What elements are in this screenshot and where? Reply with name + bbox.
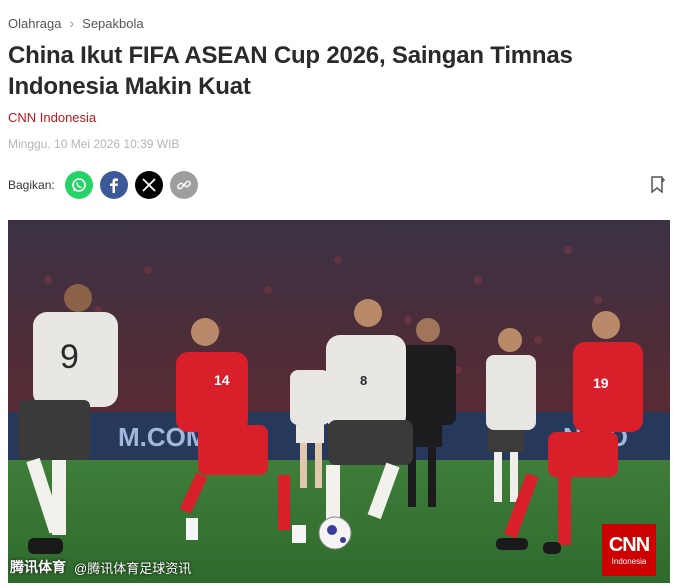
- link-icon: [176, 180, 191, 190]
- share-bar: Bagikan:: [8, 170, 205, 200]
- breadcrumb: Olahraga › Sepakbola: [8, 15, 144, 31]
- bookmark-icon: [651, 176, 665, 194]
- jersey-number-8: 8: [360, 373, 367, 388]
- jersey-number-14: 14: [214, 372, 230, 388]
- chevron-right-icon: ›: [69, 15, 75, 31]
- article-source[interactable]: CNN Indonesia: [8, 110, 96, 125]
- whatsapp-share-button[interactable]: [64, 171, 93, 199]
- share-label: Bagikan:: [8, 178, 55, 192]
- article-date: Minggu, 10 Mei 2026 10:39 WIB: [8, 137, 180, 151]
- watermark: 腾讯体育 @腾讯体育足球资讯: [10, 557, 191, 577]
- jersey-number-9: 9: [60, 338, 79, 376]
- jersey-number-19: 19: [593, 375, 609, 391]
- article-photo[interactable]: M.COM N.CO 9: [8, 220, 670, 583]
- x-icon: [142, 178, 156, 192]
- watermark-handle: @腾讯体育足球资讯: [74, 560, 192, 576]
- football-match-image: M.COM N.CO 9: [8, 220, 670, 583]
- facebook-icon: [109, 178, 118, 193]
- article-title: China Ikut FIFA ASEAN Cup 2026, Saingan …: [8, 42, 573, 100]
- copy-link-button[interactable]: [169, 171, 198, 199]
- breadcrumb-item-sepakbola[interactable]: Sepakbola: [82, 16, 143, 31]
- whatsapp-icon: [71, 178, 86, 192]
- cnn-indonesia-logo: CNN Indonesia: [602, 524, 656, 576]
- breadcrumb-item-olahraga[interactable]: Olahraga: [8, 16, 61, 31]
- x-share-button[interactable]: [134, 171, 163, 199]
- watermark-brand: 腾讯体育: [10, 559, 66, 575]
- cnn-logo-sub: Indonesia: [611, 556, 647, 566]
- cnn-logo-text: CNN: [608, 533, 650, 556]
- bookmark-button[interactable]: [650, 176, 666, 194]
- facebook-share-button[interactable]: [99, 171, 128, 199]
- football: [318, 516, 352, 550]
